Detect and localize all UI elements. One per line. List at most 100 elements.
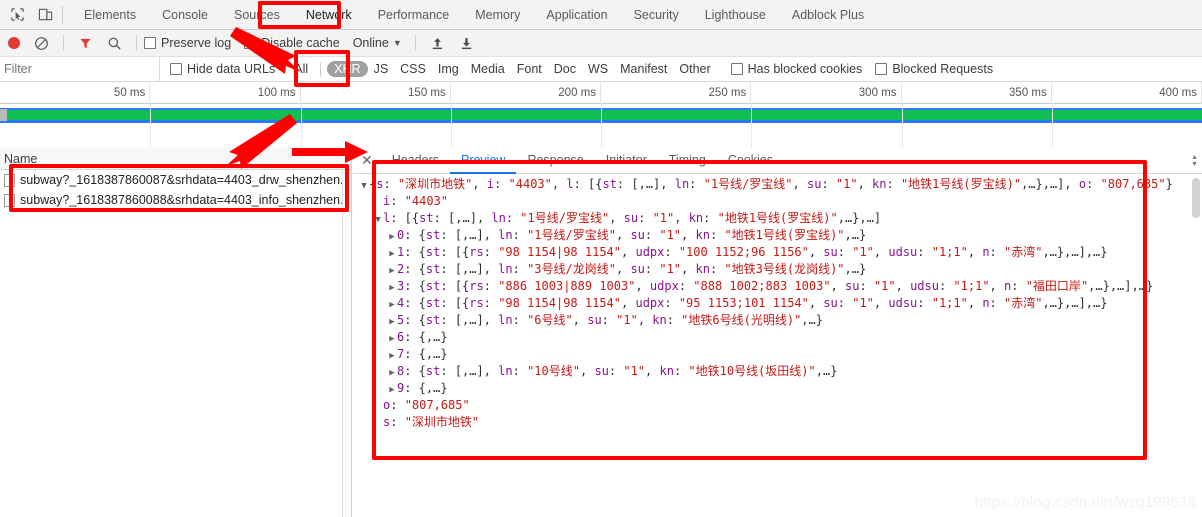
request-list-scrollbar[interactable] [342, 170, 351, 517]
filter-type-all[interactable]: All [288, 62, 314, 76]
tab-sources[interactable]: Sources [221, 0, 293, 30]
json-line[interactable]: 7: {,…} [353, 346, 1202, 363]
json-token-p: : [{ [390, 211, 420, 225]
hide-data-urls-checkbox-box[interactable] [170, 63, 182, 75]
filter-type-img[interactable]: Img [432, 62, 465, 76]
filter-type-css[interactable]: CSS [394, 62, 432, 76]
json-token-p: : [638, 211, 653, 225]
json-line[interactable]: 6: {,…} [353, 329, 1202, 346]
preserve-log-checkbox-box[interactable] [144, 37, 156, 49]
json-line[interactable]: 0: {st: [,…], ln: "1号线/罗宝线", su: "1", kn… [353, 227, 1202, 244]
blocked-requests-checkbox-box[interactable] [875, 63, 888, 75]
disable-cache-checkbox-box[interactable] [244, 37, 257, 49]
filter-type-xhr[interactable]: XHR [327, 61, 368, 77]
tab-lighthouse[interactable]: Lighthouse [692, 0, 779, 30]
tab-application[interactable]: Application [533, 0, 620, 30]
inspect-element-icon[interactable] [8, 6, 26, 24]
tab-memory[interactable]: Memory [462, 0, 533, 30]
json-token-k: su [623, 211, 639, 225]
chevron-down-icon[interactable]: ▼ [393, 38, 402, 48]
json-token-p: : [1011, 279, 1026, 293]
json-token-s: "1;1" [953, 279, 990, 293]
detail-tab-initiator[interactable]: Initiator [595, 148, 658, 174]
chevron-down-icon-2[interactable]: ▼ [1191, 161, 1198, 168]
close-icon[interactable]: ✕ [359, 152, 381, 169]
filter-funnel-icon[interactable] [77, 35, 94, 52]
network-overview[interactable] [0, 104, 1202, 148]
json-token-p: : [390, 415, 405, 429]
json-line[interactable]: 9: {,…} [353, 380, 1202, 397]
json-line[interactable]: i: "4403" [353, 193, 1202, 210]
json-token-k: rs [469, 296, 484, 310]
toolbar-divider-4 [414, 35, 416, 51]
column-header-name[interactable]: Name [0, 152, 37, 166]
clear-icon[interactable] [33, 35, 50, 52]
tab-adblock-plus[interactable]: Adblock Plus [779, 0, 877, 30]
filter-input[interactable] [0, 57, 160, 81]
json-token-s: "4403" [508, 177, 552, 191]
tab-console[interactable]: Console [149, 0, 221, 30]
json-line[interactable]: 2: {st: [,…], ln: "3号线/龙岗线", su: "1", kn… [353, 261, 1202, 278]
import-har-icon[interactable] [429, 35, 446, 52]
table-row[interactable]: subway?_1618387860087&srhdata=4403_drw_s… [0, 170, 351, 190]
disclosure-open-icon[interactable] [373, 212, 383, 229]
disclosure-open-icon[interactable] [359, 178, 369, 195]
json-preview-scrollbar[interactable] [1192, 178, 1200, 218]
tab-security[interactable]: Security [621, 0, 692, 30]
detail-tab-timing[interactable]: Timing [658, 148, 717, 174]
json-token-p: : { [404, 262, 426, 276]
overview-gridline [601, 104, 602, 148]
tab-elements[interactable]: Elements [71, 0, 149, 30]
filter-type-font[interactable]: Font [511, 62, 548, 76]
chevron-up-icon[interactable]: ▲ [1191, 154, 1198, 161]
json-line[interactable]: o: "807,685" [353, 397, 1202, 414]
filter-type-js[interactable]: JS [368, 62, 395, 76]
json-line[interactable]: 5: {st: [,…], ln: "6号线", su: "1", kn: "地… [353, 312, 1202, 329]
json-line[interactable]: s: "深圳市地铁" [353, 414, 1202, 431]
json-token-s: "1;1" [931, 296, 968, 310]
filter-type-other[interactable]: Other [673, 62, 716, 76]
has-blocked-cookies-label: Has blocked cookies [747, 62, 863, 76]
filter-type-media[interactable]: Media [465, 62, 511, 76]
detail-tab-overflow[interactable]: ▲ ▼ [1191, 154, 1202, 168]
json-token-k: st [425, 313, 441, 327]
json-token-s: "赤湾" [1004, 296, 1043, 310]
hide-data-urls-checkbox[interactable]: Hide data URLs [170, 62, 275, 76]
tab-network[interactable]: Network [293, 0, 365, 30]
json-line[interactable]: 4: {st: [{rs: "98 1154|98 1154", udpx: "… [353, 295, 1202, 312]
json-token-k: ln [491, 211, 506, 225]
export-har-icon[interactable] [458, 35, 475, 52]
json-token-s: "深圳市地铁" [397, 177, 473, 191]
device-toolbar-icon[interactable] [36, 6, 54, 24]
blocked-requests-checkbox[interactable]: Blocked Requests [875, 62, 993, 76]
filter-type-ws[interactable]: WS [582, 62, 614, 76]
filter-type-doc[interactable]: Doc [548, 62, 582, 76]
json-line[interactable]: {s: "深圳市地铁", i: "4403", l: [{st: [,…], l… [353, 176, 1202, 193]
filter-type-manifest[interactable]: Manifest [614, 62, 673, 76]
overview-left-handle[interactable] [0, 109, 7, 121]
json-token-s: "1" [616, 313, 638, 327]
json-token-k: udsu [910, 279, 939, 293]
json-line[interactable]: 1: {st: [{rs: "98 1154|98 1154", udpx: "… [353, 244, 1202, 261]
has-blocked-cookies-checkbox-box[interactable] [730, 63, 743, 75]
table-row[interactable]: subway?_1618387860088&srhdata=4403_info_… [0, 190, 351, 210]
json-preview-tree[interactable]: {s: "深圳市地铁", i: "4403", l: [{st: [,…], l… [353, 174, 1202, 517]
json-line[interactable]: l: [{st: [,…], ln: "1号线/罗宝线", su: "1", k… [353, 210, 1202, 227]
json-token-p: : [,…], [440, 228, 499, 242]
disable-cache-checkbox[interactable]: Disable cache [244, 36, 340, 50]
search-icon[interactable] [106, 35, 123, 52]
throttling-select[interactable]: Online [353, 36, 389, 50]
detail-tab-preview[interactable]: Preview [449, 148, 517, 174]
detail-tab-cookies[interactable]: Cookies [717, 148, 784, 174]
json-token-k: o [1078, 177, 1087, 191]
preserve-log-label: Preserve log [161, 36, 232, 50]
json-line[interactable]: 3: {st: [{rs: "886 1003|889 1003", udpx:… [353, 278, 1202, 295]
has-blocked-cookies-checkbox[interactable]: Has blocked cookies [730, 62, 863, 76]
record-button-icon[interactable] [8, 37, 20, 49]
tab-performance[interactable]: Performance [365, 0, 463, 30]
json-token-p: : [837, 296, 853, 310]
preserve-log-checkbox[interactable]: Preserve log [144, 36, 231, 50]
detail-tab-response[interactable]: Response [516, 148, 594, 174]
detail-tab-headers[interactable]: Headers [381, 148, 450, 174]
json-line[interactable]: 8: {st: [,…], ln: "10号线", su: "1", kn: "… [353, 363, 1202, 380]
